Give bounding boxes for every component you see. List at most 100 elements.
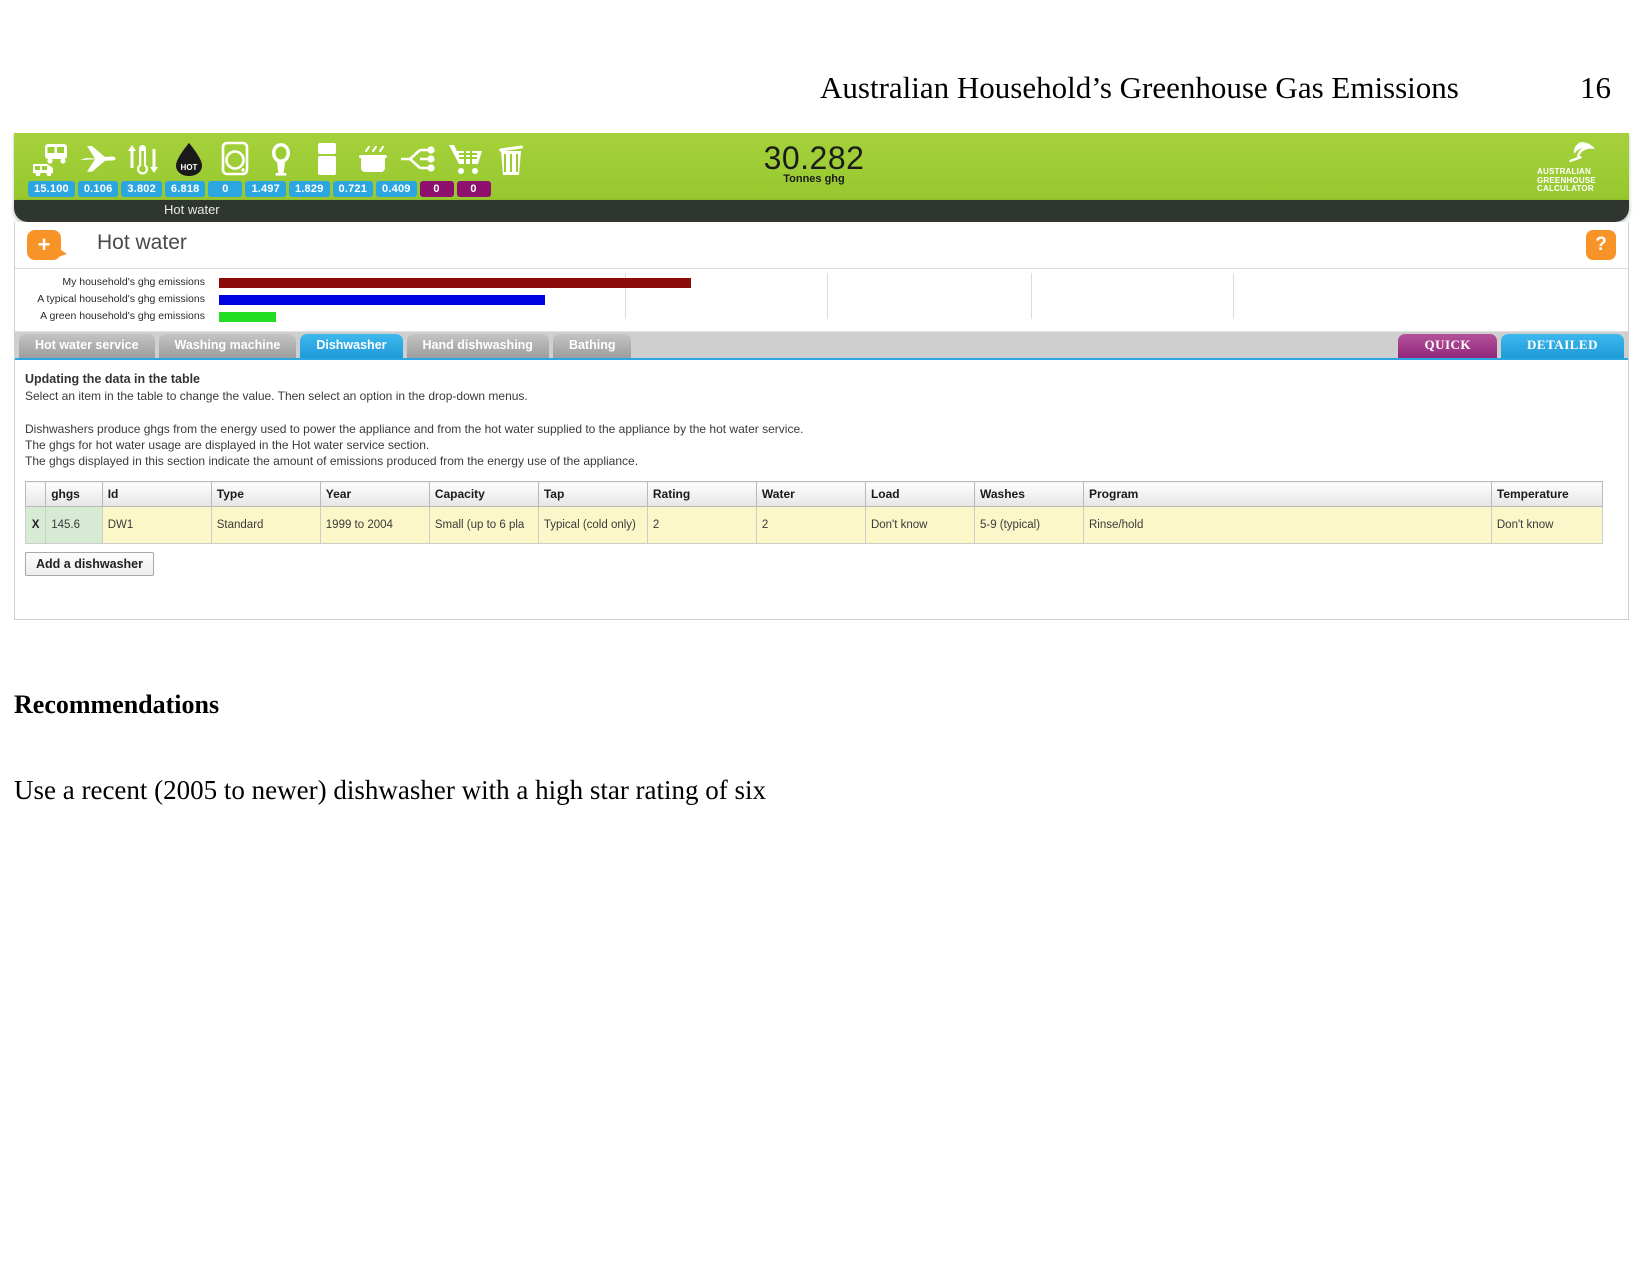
- section-label: Hot water: [164, 202, 220, 217]
- add-section-button[interactable]: +: [27, 230, 67, 260]
- svg-text:HOT: HOT: [181, 163, 198, 172]
- badge-light-bulb[interactable]: 1.497: [245, 181, 286, 197]
- emissions-comparison-chart: My household's ghg emissions A typical h…: [15, 269, 1628, 332]
- car-bus-icon[interactable]: [28, 138, 74, 180]
- row-capacity[interactable]: Small (up to 6 pla: [428, 506, 539, 544]
- greenhouse-calculator-app: HOT 15.100 0.106 3.802 6.818 0 1.497 1.8…: [14, 133, 1629, 623]
- table-col-rating: Rating: [646, 481, 757, 507]
- chart-bar-typical-household: [219, 295, 545, 305]
- chart-label-my-household: My household's ghg emissions: [62, 276, 205, 288]
- instructions-line-1: Select an item in the table to change th…: [25, 389, 528, 403]
- row-tap[interactable]: Typical (cold only): [537, 506, 648, 544]
- logo-line-3: CALCULATOR: [1537, 184, 1594, 193]
- chart-bar-my-household: [219, 278, 691, 288]
- add-dishwasher-button[interactable]: Add a dishwasher: [25, 552, 154, 576]
- row-temperature[interactable]: Don't know: [1490, 506, 1604, 544]
- washing-machine-icon[interactable]: [212, 138, 258, 180]
- table-col-ghgs: ghgs: [45, 481, 103, 507]
- chart-track-typical-household: [219, 295, 1559, 305]
- recommendations-text: Use a recent (2005 to newer) dishwasher …: [14, 775, 767, 805]
- leaf-logo-icon: [1567, 141, 1619, 168]
- instructions-heading: Updating the data in the table: [25, 372, 201, 386]
- badge-car-bus[interactable]: 15.100: [28, 181, 75, 197]
- total-emissions-unit: Tonnes ghg: [783, 173, 845, 185]
- table-row[interactable]: X 145.6 DW1 Standard 1999 to 2004 Small …: [24, 506, 1604, 544]
- chart-row-green-household: A green household's ghg emissions: [15, 309, 1628, 325]
- badge-waste-bin[interactable]: 0: [456, 181, 491, 197]
- chart-row-my-household: My household's ghg emissions: [15, 275, 1628, 291]
- refrigerator-icon[interactable]: [304, 138, 350, 180]
- badge-washing-machine[interactable]: 0: [208, 181, 243, 197]
- waste-bin-icon[interactable]: [488, 138, 534, 180]
- table-col-load: Load: [864, 481, 975, 507]
- badge-airplane[interactable]: 0.106: [77, 181, 119, 197]
- row-rating[interactable]: 2: [646, 506, 757, 544]
- table-col-temperature: Temperature: [1490, 481, 1604, 507]
- airplane-icon[interactable]: [74, 138, 120, 180]
- badge-hot-water[interactable]: 6.818: [164, 181, 206, 197]
- row-load[interactable]: Don't know: [864, 506, 975, 544]
- detailed-mode-button[interactable]: DETAILED: [1501, 334, 1624, 358]
- tab-dishwasher[interactable]: Dishwasher: [300, 334, 403, 358]
- total-emissions: 30.282 Tonnes ghg: [714, 141, 914, 185]
- table-col-year: Year: [319, 481, 430, 507]
- table-col-remove: [24, 481, 47, 507]
- cooking-pot-icon[interactable]: [350, 138, 396, 180]
- badge-thermometer[interactable]: 3.802: [121, 181, 162, 197]
- tab-strip: Hot water service Washing machine Dishwa…: [15, 332, 1628, 360]
- row-ghgs: 145.6: [45, 506, 103, 544]
- row-remove-button[interactable]: X: [24, 506, 47, 544]
- row-program[interactable]: Rinse/hold: [1083, 506, 1492, 544]
- badge-cooking-pot[interactable]: 0.721: [332, 181, 374, 197]
- tab-hand-dishwashing[interactable]: Hand dishwashing: [406, 334, 549, 358]
- instructions-line-4: The ghgs displayed in this section indic…: [25, 454, 639, 468]
- chart-label-typical-household: A typical household's ghg emissions: [37, 293, 205, 305]
- tab-list: Hot water service Washing machine Dishwa…: [19, 334, 632, 358]
- chart-bar-green-household: [219, 312, 276, 322]
- app-top-bar: HOT 15.100 0.106 3.802 6.818 0 1.497 1.8…: [14, 133, 1629, 200]
- shopping-trolley-icon[interactable]: [442, 138, 488, 180]
- dishwasher-table: ghgs Id Type Year Capacity Tap Rating Wa…: [24, 481, 1604, 544]
- power-plug-icon[interactable]: [396, 138, 442, 180]
- app-section-bar: Hot water: [14, 200, 1629, 222]
- chart-row-typical-household: A typical household's ghg emissions: [15, 292, 1628, 308]
- mode-button-group: QUICK DETAILED: [1398, 334, 1624, 358]
- total-emissions-value: 30.282: [763, 140, 865, 176]
- category-value-badges: 15.100 0.106 3.802 6.818 0 1.497 1.829 0…: [28, 181, 491, 197]
- recommendations-heading: Recommendations: [14, 690, 220, 719]
- row-id[interactable]: DW1: [101, 506, 212, 544]
- quick-mode-button[interactable]: QUICK: [1398, 334, 1498, 358]
- page-number: 16: [1580, 70, 1611, 105]
- chart-label-green-household: A green household's ghg emissions: [40, 310, 205, 322]
- table-col-id: Id: [101, 481, 212, 507]
- category-icon-row: HOT: [28, 136, 534, 180]
- row-type[interactable]: Standard: [210, 506, 321, 544]
- tab-bathing[interactable]: Bathing: [552, 334, 632, 358]
- tab-washing-machine[interactable]: Washing machine: [158, 334, 297, 358]
- table-col-capacity: Capacity: [428, 481, 539, 507]
- panel-header: + Hot water ?: [15, 222, 1628, 269]
- page-title: Australian Household’s Greenhouse Gas Em…: [820, 70, 1459, 105]
- panel-title: Hot water: [97, 231, 187, 254]
- chart-track-my-household: [219, 278, 1559, 288]
- row-year[interactable]: 1999 to 2004: [319, 506, 430, 544]
- document-header: Australian Household’s Greenhouse Gas Em…: [0, 70, 1650, 110]
- instructions-line-3: The ghgs for hot water usage are display…: [25, 438, 430, 452]
- hot-water-drop-icon[interactable]: HOT: [166, 138, 212, 180]
- badge-power-plug[interactable]: 0.409: [376, 181, 417, 197]
- table-col-tap: Tap: [537, 481, 648, 507]
- badge-refrigerator[interactable]: 1.829: [288, 181, 330, 197]
- table-col-program: Program: [1083, 481, 1492, 507]
- table-col-water: Water: [755, 481, 866, 507]
- row-washes[interactable]: 5-9 (typical): [973, 506, 1085, 544]
- chart-track-green-household: [219, 312, 1559, 322]
- thermometer-icon[interactable]: [120, 138, 166, 180]
- table-col-washes: Washes: [973, 481, 1085, 507]
- badge-shopping-trolley[interactable]: 0: [419, 181, 454, 197]
- row-water[interactable]: 2: [755, 506, 866, 544]
- light-bulb-icon[interactable]: [258, 138, 304, 180]
- app-logo: AUSTRALIAN GREENHOUSE CALCULATOR: [1537, 141, 1619, 194]
- tab-hot-water-service[interactable]: Hot water service: [19, 334, 155, 358]
- content-panel: + Hot water ? My household's ghg emissio…: [14, 222, 1629, 620]
- help-button[interactable]: ?: [1586, 230, 1616, 260]
